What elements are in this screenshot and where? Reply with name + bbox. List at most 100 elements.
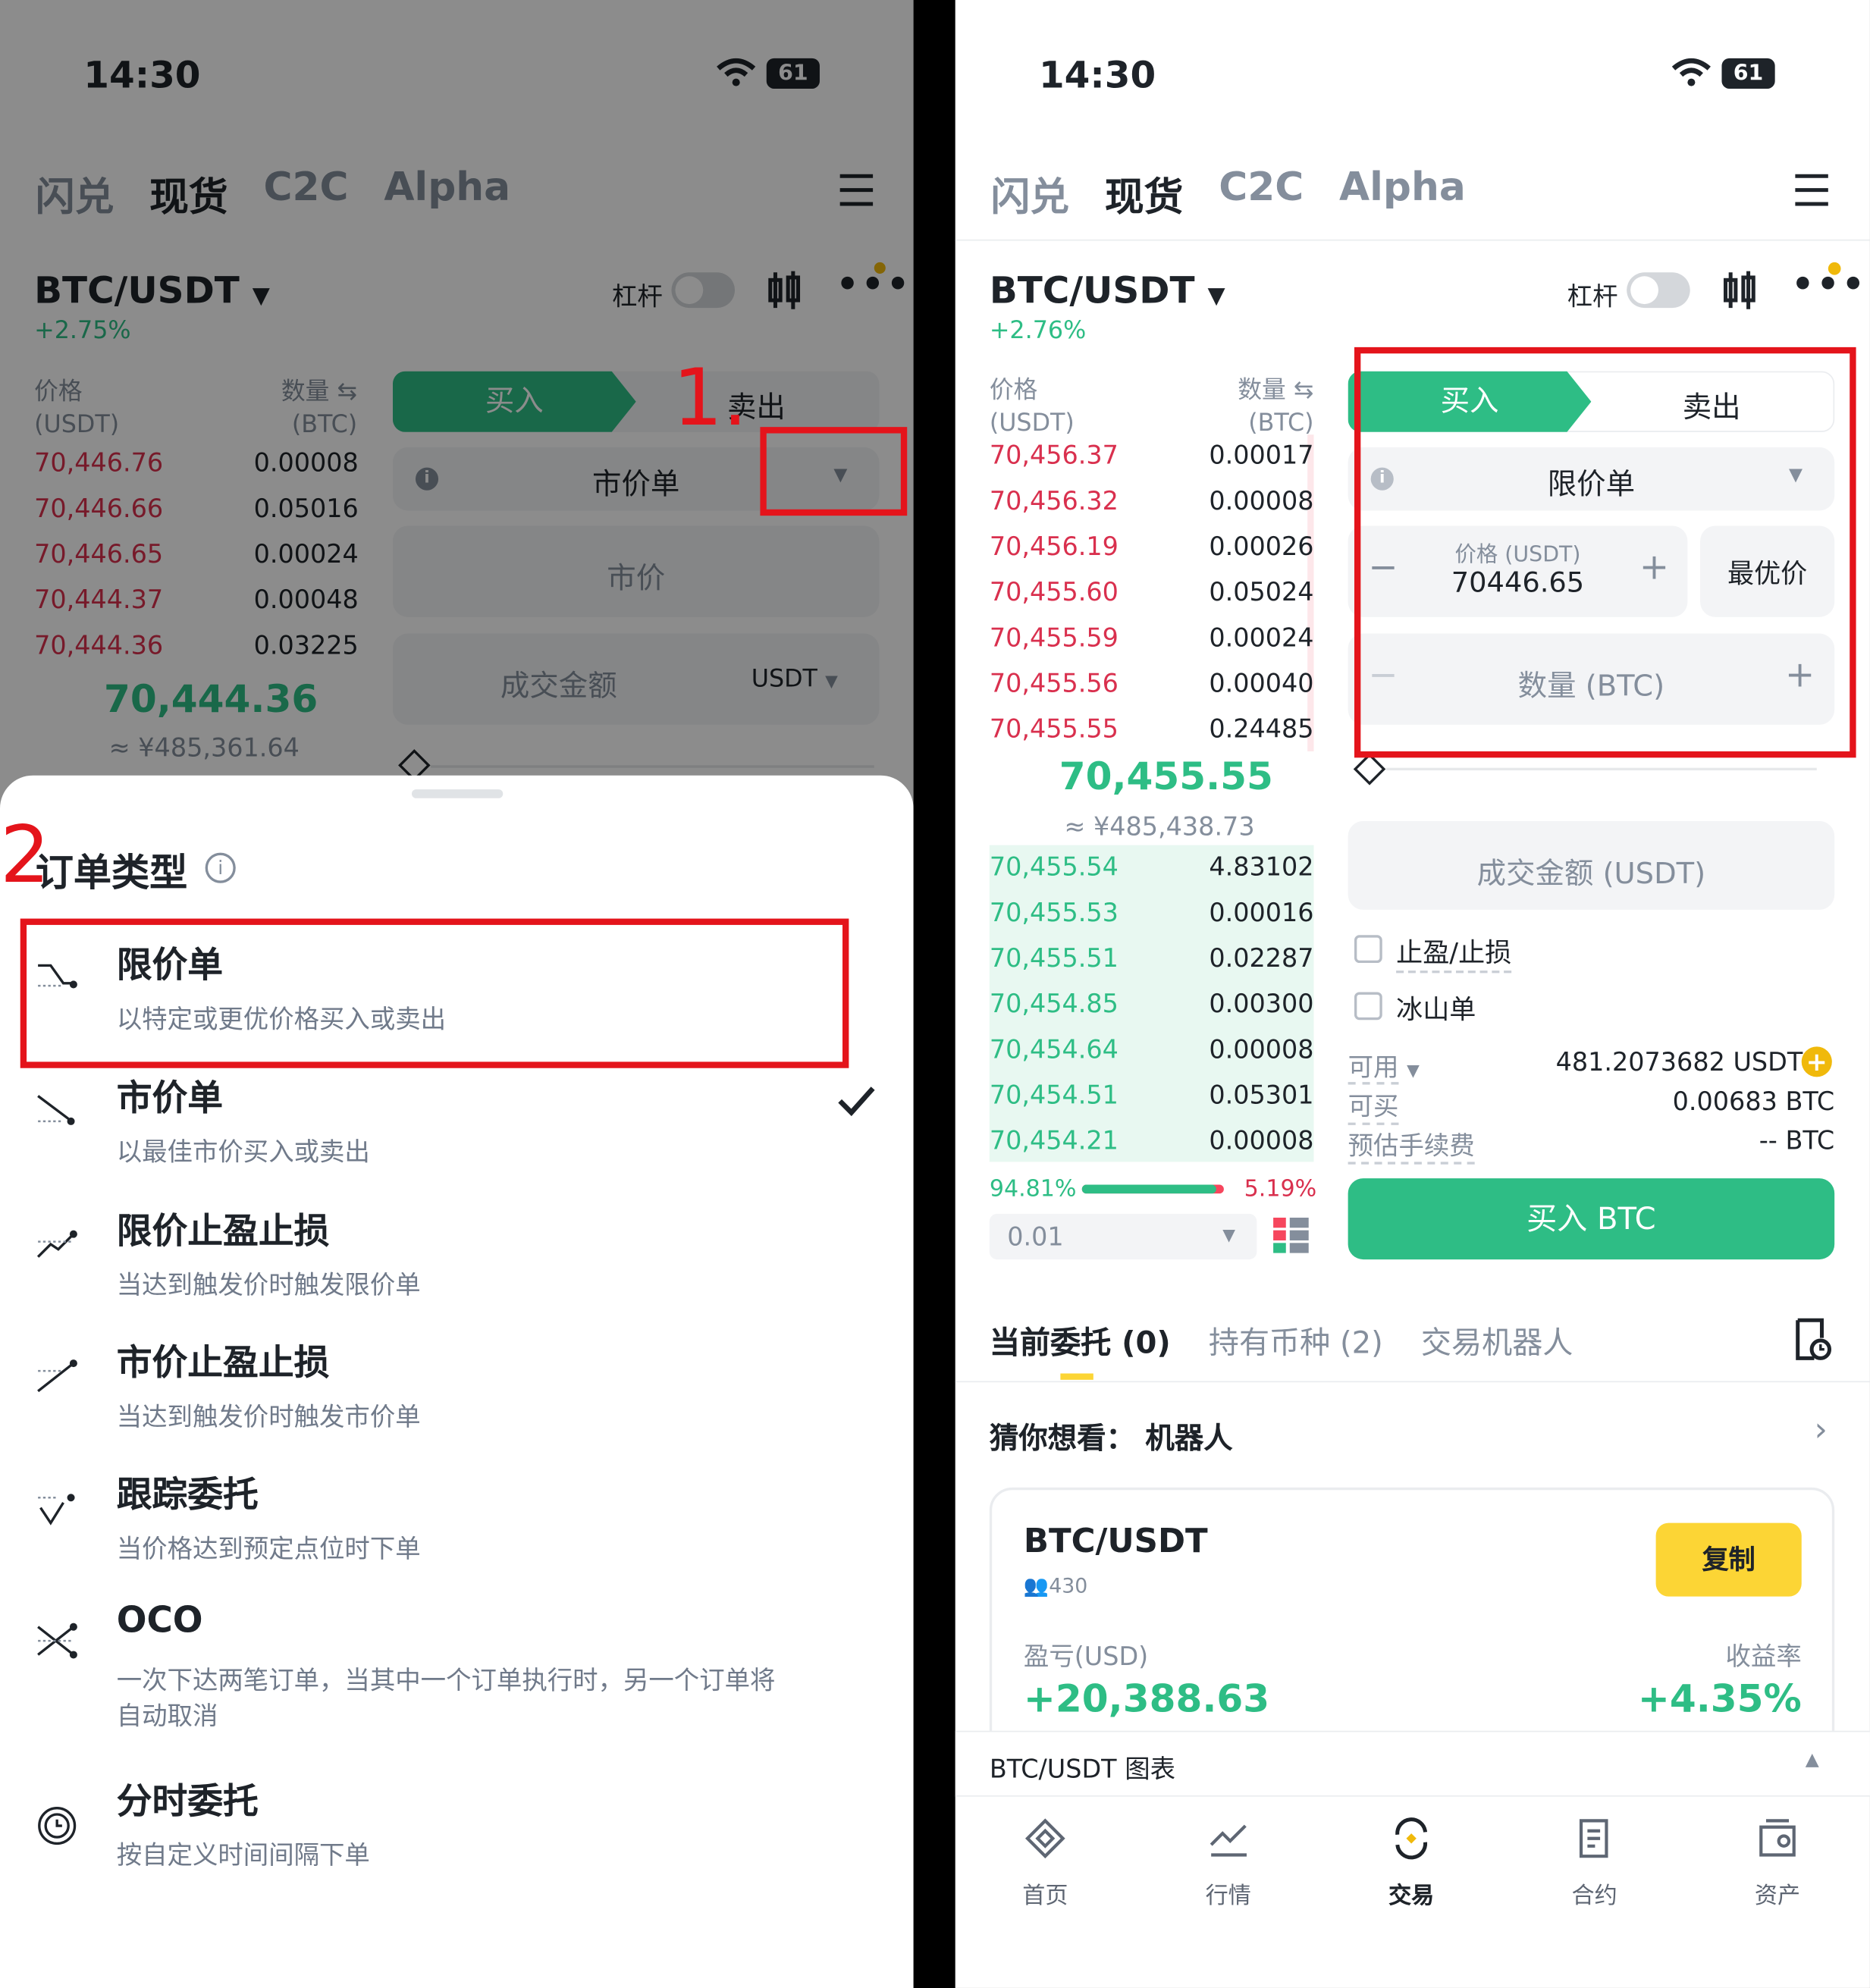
order-option-desc: 当达到触发价时触发市价单 (116, 1401, 421, 1432)
bid-price: 70,455.51 (989, 942, 1119, 974)
tp-sl-label[interactable]: 止盈/止损 (1396, 933, 1512, 974)
trailing-stop-icon (36, 1488, 81, 1538)
bottom-nav-label: 行情 (1205, 1883, 1251, 1910)
bot-pair: BTC/USDT (1023, 1522, 1208, 1561)
slider-handle[interactable] (1353, 753, 1386, 785)
copy-button[interactable]: 复制 (1655, 1522, 1802, 1597)
home-icon (1024, 1817, 1067, 1865)
tab-open-orders[interactable]: 当前委托 (0) (990, 1318, 1171, 1362)
annotation-box-1 (760, 427, 908, 516)
tab-trading-bots[interactable]: 交易机器人 (1421, 1318, 1573, 1362)
ask-price: 70,456.32 (989, 485, 1119, 516)
suggestion-title: 猜你想看： 机器人 (989, 1422, 1233, 1457)
chart-collapse-bar[interactable]: BTC/USDT 图表 ▲ (955, 1730, 1870, 1797)
tab-spot[interactable]: 现货 (1105, 165, 1184, 221)
tab-flash-swap[interactable]: 闪兑 (990, 165, 1069, 221)
available-label[interactable]: 可用 ▼ (1348, 1046, 1420, 1085)
ask-qty: 0.05024 (1209, 576, 1314, 607)
bid-price: 70,454.21 (989, 1124, 1119, 1156)
pair-title[interactable]: BTC/USDT ▼ (990, 268, 1225, 312)
bid-price: 70,454.64 (989, 1033, 1119, 1065)
pnl-value: +20,388.63 (1023, 1677, 1270, 1723)
bid-ratio: 94.81% (989, 1175, 1077, 1203)
ask-qty: 0.00040 (1209, 667, 1314, 698)
order-option-2[interactable]: 市价单 以最佳市价买入或卖出 (0, 1058, 914, 1190)
tick-size-select[interactable]: 0.01 ▼ (989, 1213, 1257, 1260)
order-option-3[interactable]: 限价止盈止损 当达到触发价时触发限价单 (0, 1191, 914, 1323)
annotation-box-2 (1354, 346, 1856, 758)
bot-card[interactable]: BTC/USDT 👥430 复制 盈亏(USD) 收益率 +20,388.63 … (989, 1487, 1835, 1767)
ask-qty: 0.00024 (1209, 622, 1314, 653)
ask-qty: 0.00017 (1209, 439, 1314, 470)
menu-icon[interactable] (1794, 172, 1830, 208)
slider-track[interactable] (1385, 767, 1817, 771)
fee-label[interactable]: 预估手续费 (1348, 1125, 1475, 1165)
order-option-desc: 以最佳市价买入或卖出 (116, 1136, 370, 1168)
ask-qty: 0.24485 (1209, 713, 1314, 744)
order-option-desc: 当价格达到预定点位时下单 (116, 1533, 421, 1564)
tp-sl-checkbox[interactable] (1354, 935, 1382, 964)
order-option-name: 分时委托 (116, 1779, 259, 1823)
bid-price: 70,454.85 (989, 988, 1119, 1019)
bottom-nav-label: 合约 (1571, 1883, 1617, 1910)
ask-price: 70,455.55 (989, 713, 1119, 744)
bot-users: 👥430 (1023, 1573, 1088, 1598)
fee-value: -- BTC (1759, 1124, 1835, 1156)
order-option-6[interactable]: OCO 一次下达两笔订单，当其中一个订单执行时，另一个订单将 自动取消 (0, 1586, 914, 1731)
chart-bar-label: BTC/USDT 图表 (989, 1753, 1176, 1784)
order-tabs: 当前委托 (0) 持有币种 (2) 交易机器人 (990, 1318, 1573, 1362)
leverage-toggle[interactable] (1627, 272, 1690, 309)
ask-qty: 0.00008 (1209, 485, 1314, 516)
status-time: 14:30 (1038, 53, 1156, 97)
order-option-desc: 一次下达两笔订单，当其中一个订单执行时，另一个订单将 (116, 1664, 776, 1695)
bottom-nav-item-4[interactable]: 合约 (1537, 1812, 1651, 1914)
divider (955, 239, 1870, 241)
order-history-icon[interactable] (1794, 1318, 1832, 1361)
bottom-nav-item-3[interactable]: 交易 (1354, 1812, 1468, 1914)
bid-qty: 0.00300 (1209, 988, 1314, 1019)
buy-btc-button[interactable]: 买入 BTC (1348, 1178, 1835, 1260)
buyable-label: 可买 (1348, 1086, 1399, 1125)
ask-price: 70,455.59 (989, 622, 1119, 653)
stop-limit-icon (36, 1224, 81, 1275)
bid-price: 70,454.51 (989, 1079, 1119, 1110)
candlestick-chart-icon[interactable] (1721, 270, 1757, 310)
ob-price-header: 价格 (USDT) (989, 376, 1075, 437)
ask-qty: 0.00026 (1209, 531, 1314, 562)
order-option-7[interactable]: 分时委托 按自定义时间间隔下单 (0, 1761, 914, 1893)
roi-value: +4.35% (1637, 1677, 1802, 1723)
last-price-cny: ≈ ¥485,438.73 (1064, 811, 1255, 842)
leverage-label: 杠杆 (1567, 281, 1618, 312)
tab-c2c[interactable]: C2C (1219, 165, 1304, 221)
notification-dot (1828, 262, 1841, 275)
tab-holdings[interactable]: 持有币种 (2) (1209, 1318, 1383, 1362)
chevron-up-icon: ▲ (1805, 1749, 1819, 1770)
chevron-down-icon: ▼ (1222, 1226, 1235, 1246)
bottom-nav-item-2[interactable]: 行情 (1172, 1812, 1285, 1914)
info-icon[interactable]: i (205, 852, 236, 883)
order-option-4[interactable]: 市价止盈止损当达到触发价时触发市价单 (0, 1323, 914, 1455)
ratio-bar-fill (1081, 1184, 1217, 1194)
bid-qty: 0.00008 (1209, 1124, 1314, 1156)
bottom-nav-item-1[interactable]: 首页 (988, 1812, 1102, 1914)
ask-price: 70,456.19 (989, 531, 1119, 562)
drag-handle[interactable] (411, 789, 504, 798)
order-option-5[interactable]: 跟踪委托 当价格达到预定点位时下单 (0, 1454, 914, 1586)
orderbook-layout-icon[interactable] (1273, 1217, 1309, 1253)
bid-qty: 0.05301 (1209, 1079, 1314, 1110)
ask-price: 70,456.37 (989, 439, 1119, 470)
bottom-nav-item-5[interactable]: 资产 (1721, 1812, 1834, 1914)
tab-alpha[interactable]: Alpha (1339, 165, 1466, 221)
amount-input[interactable]: 成交金额 (USDT) (1348, 820, 1835, 910)
order-option-desc: 当达到触发价时触发限价单 (116, 1269, 421, 1300)
assets-icon (1756, 1817, 1799, 1865)
chevron-right-icon[interactable]: › (1814, 1412, 1827, 1450)
deposit-plus-icon[interactable]: + (1801, 1046, 1832, 1077)
trade-icon (1390, 1817, 1433, 1865)
price-change: +2.76% (989, 316, 1087, 345)
bid-qty: 0.02287 (1209, 942, 1314, 974)
bottom-nav-label: 交易 (1388, 1883, 1435, 1910)
checkmark-icon (836, 1083, 877, 1124)
order-option-name: 市价止盈止损 (116, 1341, 330, 1384)
iceberg-checkbox[interactable] (1354, 992, 1382, 1021)
